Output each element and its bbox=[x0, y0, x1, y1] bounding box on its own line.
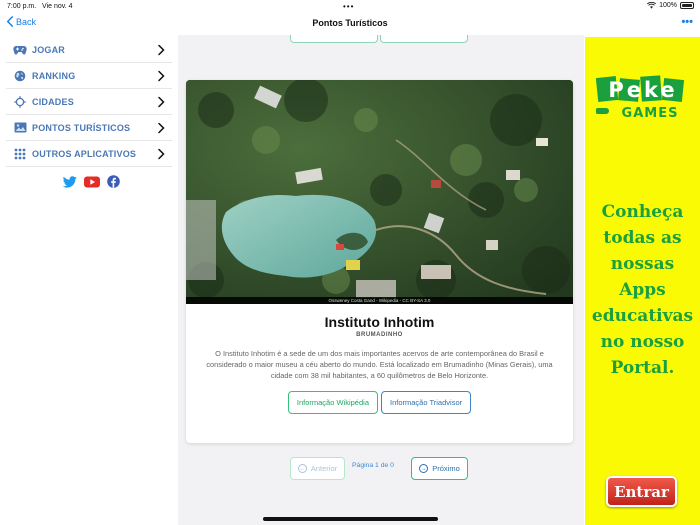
ad-logo-top: Peke bbox=[608, 78, 677, 102]
main-content[interactable]: Ossweney Costa Gand - Wikipedia - CC BY-… bbox=[178, 35, 584, 525]
previous-wiki-button[interactable] bbox=[290, 35, 378, 43]
image-icon bbox=[13, 121, 27, 135]
previous-label: Anterior bbox=[310, 464, 338, 473]
next-page-button[interactable]: → Próximo bbox=[411, 457, 468, 480]
sidebar-item-label: PONTOS TURÍSTICOS bbox=[32, 122, 131, 133]
arrow-left-icon: ← bbox=[297, 464, 307, 473]
status-time: 7:00 p.m. Vie nov. 4 bbox=[7, 3, 73, 10]
social-links bbox=[63, 175, 172, 188]
status-bar: 7:00 p.m. Vie nov. 4 ••• 100% bbox=[0, 0, 700, 13]
peke-games-logo: Peke GAMES bbox=[595, 75, 690, 121]
battery-icon bbox=[680, 2, 694, 9]
previous-page-button[interactable]: ← Anterior bbox=[290, 457, 345, 480]
ad-line: no nosso bbox=[600, 332, 685, 352]
navigation-bar: Back Pontos Turísticos ••• bbox=[0, 13, 700, 35]
more-options-button[interactable]: ••• bbox=[681, 16, 693, 28]
sidebar: JOGAR RANKING CIDADES PONTOS TURÍSTICOS … bbox=[6, 37, 172, 188]
grid-icon bbox=[13, 147, 27, 161]
photo-credit: Ossweney Costa Gand - Wikipedia - CC BY-… bbox=[186, 297, 573, 304]
sidebar-item-jogar[interactable]: JOGAR bbox=[6, 37, 172, 63]
attraction-city: BRUMADINHO bbox=[356, 332, 403, 338]
sidebar-item-pontos-turisticos[interactable]: PONTOS TURÍSTICOS bbox=[6, 115, 172, 141]
sidebar-item-ranking[interactable]: RANKING bbox=[6, 63, 172, 89]
chevron-right-icon bbox=[158, 44, 165, 55]
card-buttons: Informação Wikipédia Informação Triadvis… bbox=[186, 391, 573, 414]
attraction-description: O Instituto Inhotim é a sede de um dos m… bbox=[206, 349, 553, 380]
next-label: Próximo bbox=[432, 464, 460, 473]
ad-line: todas as bbox=[603, 228, 682, 248]
sidebar-item-label: OUTROS APLICATIVOS bbox=[32, 148, 137, 159]
sidebar-item-outros-aplicativos[interactable]: OUTROS APLICATIVOS bbox=[6, 141, 172, 167]
twitter-icon[interactable] bbox=[63, 175, 77, 188]
ad-line: educativas bbox=[591, 306, 694, 326]
aerial-photo-illustration bbox=[186, 80, 573, 304]
sidebar-item-label: JOGAR bbox=[32, 44, 66, 55]
globe-icon bbox=[13, 69, 27, 83]
battery-percent: 100% bbox=[659, 2, 677, 9]
arrow-right-icon: → bbox=[419, 464, 429, 473]
crosshair-icon bbox=[13, 95, 27, 109]
youtube-icon[interactable] bbox=[84, 176, 100, 188]
ad-banner[interactable]: Peke GAMES Conheça todas as nossas Apps … bbox=[585, 37, 700, 525]
ad-message: Conheça todas as nossas Apps educativas … bbox=[585, 199, 700, 381]
wifi-icon bbox=[647, 2, 657, 9]
chevron-right-icon bbox=[158, 70, 165, 81]
ad-line: Portal. bbox=[610, 358, 675, 378]
chevron-right-icon bbox=[158, 96, 165, 107]
sidebar-item-label: RANKING bbox=[32, 70, 76, 81]
multitask-dots[interactable]: ••• bbox=[343, 2, 354, 11]
pagination: ← Anterior Página 1 de 0 → Próximo bbox=[290, 457, 470, 480]
gamepad-icon bbox=[13, 43, 27, 57]
home-indicator[interactable] bbox=[263, 517, 438, 521]
ad-line: nossas Apps bbox=[610, 254, 675, 300]
page-indicator: Página 1 de 0 bbox=[352, 462, 394, 469]
ad-logo-bottom: GAMES bbox=[622, 106, 679, 119]
attraction-card: Ossweney Costa Gand - Wikipedia - CC BY-… bbox=[186, 80, 573, 443]
tripadvisor-info-button[interactable]: Informação Triadvisor bbox=[381, 391, 472, 414]
sidebar-item-cidades[interactable]: CIDADES bbox=[6, 89, 172, 115]
attraction-photo: Ossweney Costa Gand - Wikipedia - CC BY-… bbox=[186, 80, 573, 304]
chevron-right-icon bbox=[158, 122, 165, 133]
facebook-icon[interactable] bbox=[107, 175, 120, 188]
status-right: 100% bbox=[647, 2, 694, 9]
wikipedia-info-button[interactable]: Informação Wikipédia bbox=[287, 391, 378, 414]
previous-card-buttons bbox=[290, 35, 468, 43]
ad-enter-button[interactable]: Entrar bbox=[606, 476, 677, 507]
chevron-right-icon bbox=[158, 148, 165, 159]
previous-trip-button[interactable] bbox=[380, 35, 468, 43]
attraction-title: Instituto Inhotim bbox=[324, 314, 435, 330]
page-title: Pontos Turísticos bbox=[312, 18, 388, 28]
sidebar-item-label: CIDADES bbox=[32, 96, 74, 107]
ad-line: Conheça bbox=[601, 202, 684, 222]
